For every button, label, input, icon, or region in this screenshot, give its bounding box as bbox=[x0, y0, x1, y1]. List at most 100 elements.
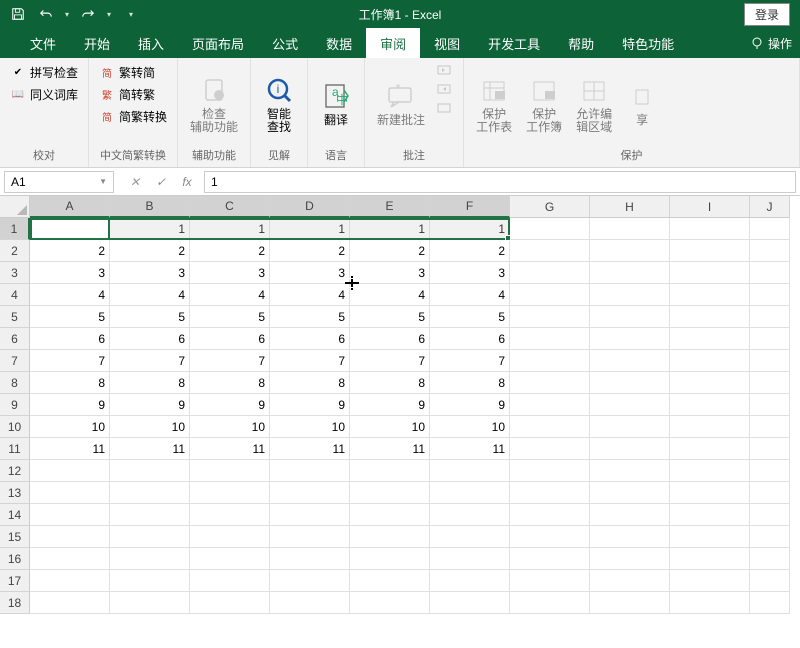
cell[interactable]: 6 bbox=[350, 328, 430, 350]
cell[interactable]: 3 bbox=[430, 262, 510, 284]
cell[interactable]: 4 bbox=[30, 284, 110, 306]
tab-8[interactable]: 开发工具 bbox=[474, 28, 554, 58]
col-header-B[interactable]: B bbox=[110, 196, 190, 218]
cell[interactable] bbox=[750, 306, 790, 328]
formula-bar[interactable]: 1 bbox=[204, 171, 796, 193]
cell[interactable] bbox=[750, 284, 790, 306]
cell[interactable] bbox=[350, 570, 430, 592]
cell[interactable] bbox=[190, 592, 270, 614]
cell[interactable] bbox=[590, 240, 670, 262]
qat-customize[interactable]: ▾ bbox=[126, 10, 136, 19]
col-header-C[interactable]: C bbox=[190, 196, 270, 218]
cell[interactable] bbox=[430, 548, 510, 570]
cell[interactable] bbox=[590, 460, 670, 482]
cell[interactable] bbox=[670, 570, 750, 592]
thesaurus-button[interactable]: 📖同义词库 bbox=[6, 84, 82, 105]
cell[interactable] bbox=[590, 306, 670, 328]
cell[interactable] bbox=[350, 482, 430, 504]
cell[interactable]: 7 bbox=[270, 350, 350, 372]
cell[interactable]: 1 bbox=[110, 218, 190, 240]
cell[interactable]: 9 bbox=[350, 394, 430, 416]
cell[interactable] bbox=[750, 350, 790, 372]
cell[interactable]: 4 bbox=[350, 284, 430, 306]
cell[interactable]: 1 bbox=[190, 218, 270, 240]
cell[interactable] bbox=[750, 526, 790, 548]
name-box[interactable]: A1▼ bbox=[4, 171, 114, 193]
cell[interactable] bbox=[750, 416, 790, 438]
cell[interactable]: 5 bbox=[270, 306, 350, 328]
cell[interactable] bbox=[430, 570, 510, 592]
cell[interactable] bbox=[430, 592, 510, 614]
cell[interactable] bbox=[670, 438, 750, 460]
cell[interactable] bbox=[670, 240, 750, 262]
cell[interactable]: 2 bbox=[110, 240, 190, 262]
cell[interactable] bbox=[670, 482, 750, 504]
cell[interactable] bbox=[750, 592, 790, 614]
cell[interactable] bbox=[110, 460, 190, 482]
cell[interactable] bbox=[750, 394, 790, 416]
cell[interactable] bbox=[670, 350, 750, 372]
redo-button[interactable] bbox=[76, 2, 100, 26]
cancel-formula-button[interactable]: ✕ bbox=[126, 175, 144, 189]
cell[interactable]: 6 bbox=[270, 328, 350, 350]
row-header-15[interactable]: 15 bbox=[0, 526, 30, 548]
cell[interactable] bbox=[510, 218, 590, 240]
col-header-D[interactable]: D bbox=[270, 196, 350, 218]
cell[interactable] bbox=[670, 218, 750, 240]
cell[interactable]: 1 bbox=[350, 218, 430, 240]
cell[interactable]: 7 bbox=[190, 350, 270, 372]
cell[interactable] bbox=[590, 504, 670, 526]
cell[interactable] bbox=[270, 482, 350, 504]
cell[interactable] bbox=[670, 592, 750, 614]
cell[interactable] bbox=[510, 284, 590, 306]
cell[interactable] bbox=[670, 526, 750, 548]
cell[interactable]: 11 bbox=[110, 438, 190, 460]
row-header-12[interactable]: 12 bbox=[0, 460, 30, 482]
cell[interactable] bbox=[670, 416, 750, 438]
cell[interactable]: 3 bbox=[30, 262, 110, 284]
cell[interactable]: 11 bbox=[270, 438, 350, 460]
cell[interactable] bbox=[430, 460, 510, 482]
cell[interactable] bbox=[750, 328, 790, 350]
cell[interactable] bbox=[510, 526, 590, 548]
cell[interactable]: 8 bbox=[430, 372, 510, 394]
cell[interactable] bbox=[510, 262, 590, 284]
cell[interactable] bbox=[750, 262, 790, 284]
cell[interactable] bbox=[510, 350, 590, 372]
cell[interactable] bbox=[110, 548, 190, 570]
row-header-5[interactable]: 5 bbox=[0, 306, 30, 328]
cell[interactable] bbox=[670, 284, 750, 306]
cell[interactable] bbox=[110, 482, 190, 504]
cell[interactable]: 5 bbox=[190, 306, 270, 328]
cell[interactable]: 9 bbox=[110, 394, 190, 416]
cell[interactable]: 7 bbox=[430, 350, 510, 372]
cell[interactable] bbox=[350, 460, 430, 482]
cell[interactable] bbox=[270, 592, 350, 614]
cell[interactable] bbox=[590, 570, 670, 592]
cell[interactable]: 3 bbox=[270, 262, 350, 284]
cell[interactable] bbox=[350, 592, 430, 614]
cell[interactable]: 4 bbox=[270, 284, 350, 306]
cell[interactable] bbox=[670, 548, 750, 570]
cell[interactable] bbox=[270, 504, 350, 526]
cell[interactable] bbox=[750, 240, 790, 262]
tab-6[interactable]: 审阅 bbox=[366, 28, 420, 58]
cell[interactable]: 8 bbox=[350, 372, 430, 394]
cell[interactable]: 5 bbox=[350, 306, 430, 328]
cell[interactable]: 2 bbox=[430, 240, 510, 262]
cell[interactable]: 10 bbox=[350, 416, 430, 438]
login-button[interactable]: 登录 bbox=[744, 3, 790, 26]
cell[interactable]: 8 bbox=[190, 372, 270, 394]
cell[interactable]: 4 bbox=[110, 284, 190, 306]
cell[interactable] bbox=[30, 482, 110, 504]
cell[interactable]: 4 bbox=[430, 284, 510, 306]
row-header-2[interactable]: 2 bbox=[0, 240, 30, 262]
cell[interactable] bbox=[590, 284, 670, 306]
cell[interactable]: 5 bbox=[110, 306, 190, 328]
cell[interactable] bbox=[190, 548, 270, 570]
simp-to-trad-button[interactable]: 繁简转繁 bbox=[95, 84, 171, 105]
cell[interactable]: 5 bbox=[30, 306, 110, 328]
cell[interactable]: 2 bbox=[270, 240, 350, 262]
cell[interactable]: 6 bbox=[190, 328, 270, 350]
cell[interactable] bbox=[350, 526, 430, 548]
